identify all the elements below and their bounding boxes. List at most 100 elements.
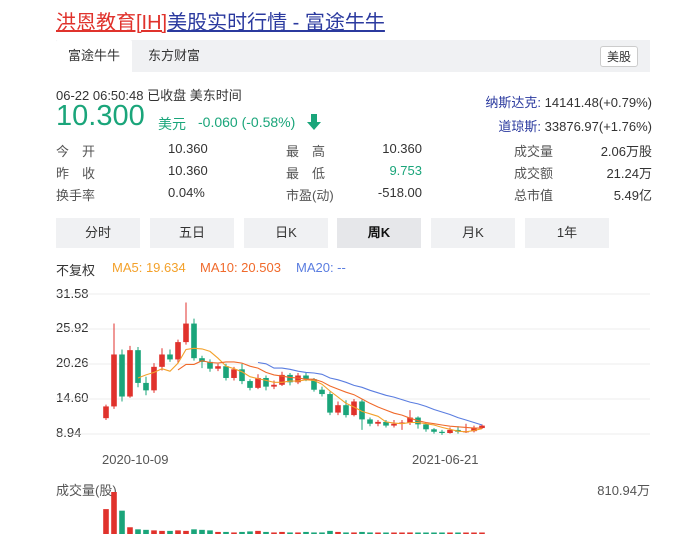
candle[interactable] <box>111 323 117 409</box>
stats-row: 今 开 10.360 最 高 10.360 成交量 2.06万股 <box>56 141 652 159</box>
candle[interactable] <box>127 345 133 398</box>
volume-bar[interactable] <box>151 530 157 534</box>
candle[interactable] <box>255 374 261 390</box>
volume-bar[interactable] <box>391 532 397 535</box>
volume-bar[interactable] <box>215 531 221 534</box>
volume-bar[interactable] <box>103 509 109 534</box>
period-tab-weekly[interactable]: 周K <box>337 218 421 248</box>
volume-bar[interactable] <box>431 532 437 535</box>
volume-bar[interactable] <box>263 531 269 534</box>
market-tag[interactable]: 美股 <box>599 46 638 67</box>
volume-chart[interactable] <box>0 490 700 540</box>
period-tab-5day[interactable]: 五日 <box>150 218 234 248</box>
volume-bar[interactable] <box>287 532 293 534</box>
volume-bar[interactable] <box>415 532 421 535</box>
candle[interactable] <box>151 363 157 393</box>
volume-bar[interactable] <box>383 532 389 535</box>
period-tab-1year[interactable]: 1年 <box>525 218 609 248</box>
candle[interactable] <box>319 386 325 397</box>
candle[interactable] <box>375 420 381 427</box>
index-dow[interactable]: 道琼斯: 33876.97(+1.76%) <box>498 116 652 135</box>
volume-bar[interactable] <box>135 529 141 534</box>
adjust-mode[interactable]: 不复权 <box>56 260 95 279</box>
tab-futu[interactable]: 富途牛牛 <box>56 40 133 72</box>
candle[interactable] <box>263 375 269 391</box>
volume-bar[interactable] <box>207 530 213 534</box>
volume-bar[interactable] <box>447 532 453 535</box>
index-nasdaq[interactable]: 纳斯达克: 14141.48(+0.79%) <box>485 92 652 111</box>
volume-bar[interactable] <box>311 532 317 534</box>
volume-bar[interactable] <box>471 532 477 535</box>
volume-bar[interactable] <box>111 492 117 534</box>
volume-bar[interactable] <box>191 529 197 534</box>
stat-label: 市盈(动) <box>286 188 334 203</box>
candle[interactable] <box>359 399 365 430</box>
period-tab-daily[interactable]: 日K <box>244 218 328 248</box>
volume-bar[interactable] <box>359 531 365 534</box>
candle[interactable] <box>279 371 285 387</box>
volume-bar[interactable] <box>247 531 253 534</box>
volume-bar[interactable] <box>199 529 205 534</box>
candle[interactable] <box>247 379 253 391</box>
period-tab-monthly[interactable]: 月K <box>431 218 515 248</box>
price-change: -0.060 (-0.58%) <box>198 114 295 130</box>
volume-bar[interactable] <box>439 532 445 535</box>
volume-bar[interactable] <box>279 531 285 534</box>
candle[interactable] <box>287 373 293 386</box>
volume-bar[interactable] <box>271 532 277 534</box>
candle[interactable] <box>207 359 213 372</box>
volume-bar[interactable] <box>423 532 429 535</box>
volume-bar[interactable] <box>119 510 125 534</box>
volume-bar[interactable] <box>479 532 485 535</box>
volume-bar[interactable] <box>239 531 245 534</box>
volume-bar[interactable] <box>183 530 189 534</box>
candle[interactable] <box>367 417 373 427</box>
volume-bar[interactable] <box>159 530 165 534</box>
candle[interactable] <box>135 347 141 388</box>
volume-bar[interactable] <box>455 532 461 535</box>
title-site-link[interactable]: 美股实时行情 - 富途牛牛 <box>167 12 385 34</box>
volume-bar[interactable] <box>255 530 261 534</box>
volume-bar[interactable] <box>327 530 333 534</box>
volume-bar[interactable] <box>127 527 133 534</box>
volume-bar[interactable] <box>463 532 469 535</box>
period-tab-intraday[interactable]: 分时 <box>56 218 140 248</box>
volume-bar[interactable] <box>223 531 229 534</box>
candle[interactable] <box>159 348 165 371</box>
candle[interactable] <box>191 318 197 361</box>
candle[interactable] <box>103 404 109 421</box>
volume-bar[interactable] <box>367 532 373 534</box>
ma10-label: MA10: 20.503 <box>200 260 281 275</box>
down-arrow-icon <box>307 114 321 130</box>
stat-value: 10.360 <box>168 141 208 156</box>
page-title[interactable]: 洪恩教育[IH]美股实时行情 - 富途牛牛 <box>56 6 385 35</box>
stat-value: 5.49亿 <box>613 188 652 203</box>
x-tick-label: 2021-06-21 <box>412 452 479 467</box>
volume-bar[interactable] <box>231 532 237 534</box>
candle[interactable] <box>119 349 125 402</box>
title-stock-link[interactable]: 洪恩教育[IH] <box>56 12 167 34</box>
candle[interactable] <box>215 363 221 372</box>
candle[interactable] <box>431 428 437 434</box>
volume-bar[interactable] <box>351 532 357 534</box>
volume-bar[interactable] <box>167 530 173 534</box>
volume-bar[interactable] <box>407 532 413 534</box>
volume-bar[interactable] <box>335 531 341 534</box>
volume-bar[interactable] <box>399 532 405 535</box>
volume-bar[interactable] <box>343 532 349 534</box>
tab-eastmoney[interactable]: 东方财富 <box>136 40 212 72</box>
volume-bar[interactable] <box>295 532 301 534</box>
candle[interactable] <box>167 349 173 362</box>
volume-bar[interactable] <box>303 531 309 534</box>
volume-bar[interactable] <box>375 532 381 535</box>
volume-bar[interactable] <box>319 532 325 534</box>
candle[interactable] <box>327 391 333 416</box>
candle[interactable] <box>183 302 189 345</box>
volume-bar[interactable] <box>175 530 181 534</box>
kline-chart[interactable] <box>0 280 700 450</box>
candle[interactable] <box>399 420 405 430</box>
volume-bar[interactable] <box>143 529 149 534</box>
candle[interactable] <box>239 363 245 385</box>
candle[interactable] <box>335 401 341 416</box>
candle[interactable] <box>143 376 149 396</box>
